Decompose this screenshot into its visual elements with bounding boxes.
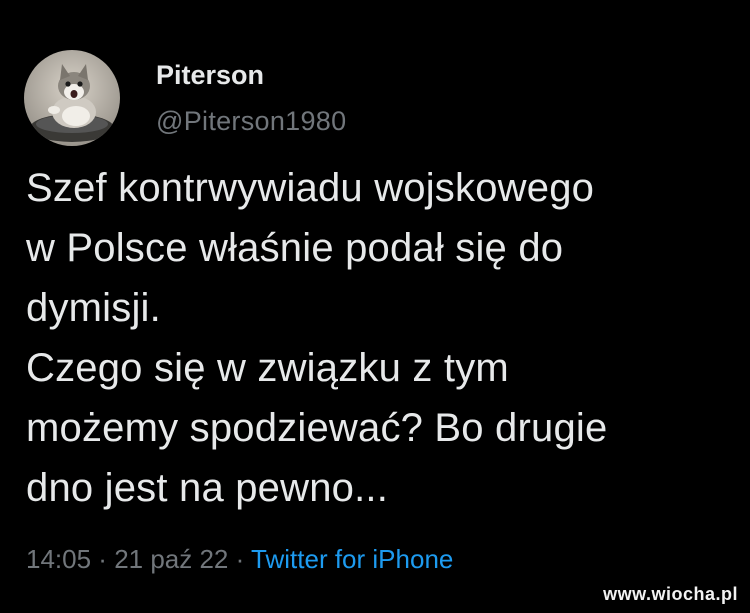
meta-separator: ·: [91, 544, 115, 574]
meta-separator: ·: [228, 544, 252, 574]
tweet-meta: 14:05 · 21 paź 22 · Twitter for iPhone: [26, 542, 453, 576]
avatar[interactable]: [24, 50, 120, 146]
display-name[interactable]: Piterson: [156, 58, 346, 92]
watermark: www.wiocha.pl: [603, 584, 738, 604]
tweet-time[interactable]: 14:05: [26, 544, 91, 574]
user-names: Piterson @Piterson1980: [156, 58, 346, 138]
tweet-header: Piterson @Piterson1980: [24, 50, 346, 146]
tweet-text: Szef kontrwywiadu wojskowego w Polsce wł…: [26, 166, 608, 510]
tweet-date[interactable]: 21 paź 22: [114, 544, 228, 574]
user-handle[interactable]: @Piterson1980: [156, 104, 346, 138]
tweet-card: Piterson @Piterson1980 Szef kontrwywiadu…: [0, 0, 750, 613]
tweet-source-link[interactable]: Twitter for iPhone: [251, 544, 453, 574]
cat-avatar-icon: [24, 50, 120, 146]
